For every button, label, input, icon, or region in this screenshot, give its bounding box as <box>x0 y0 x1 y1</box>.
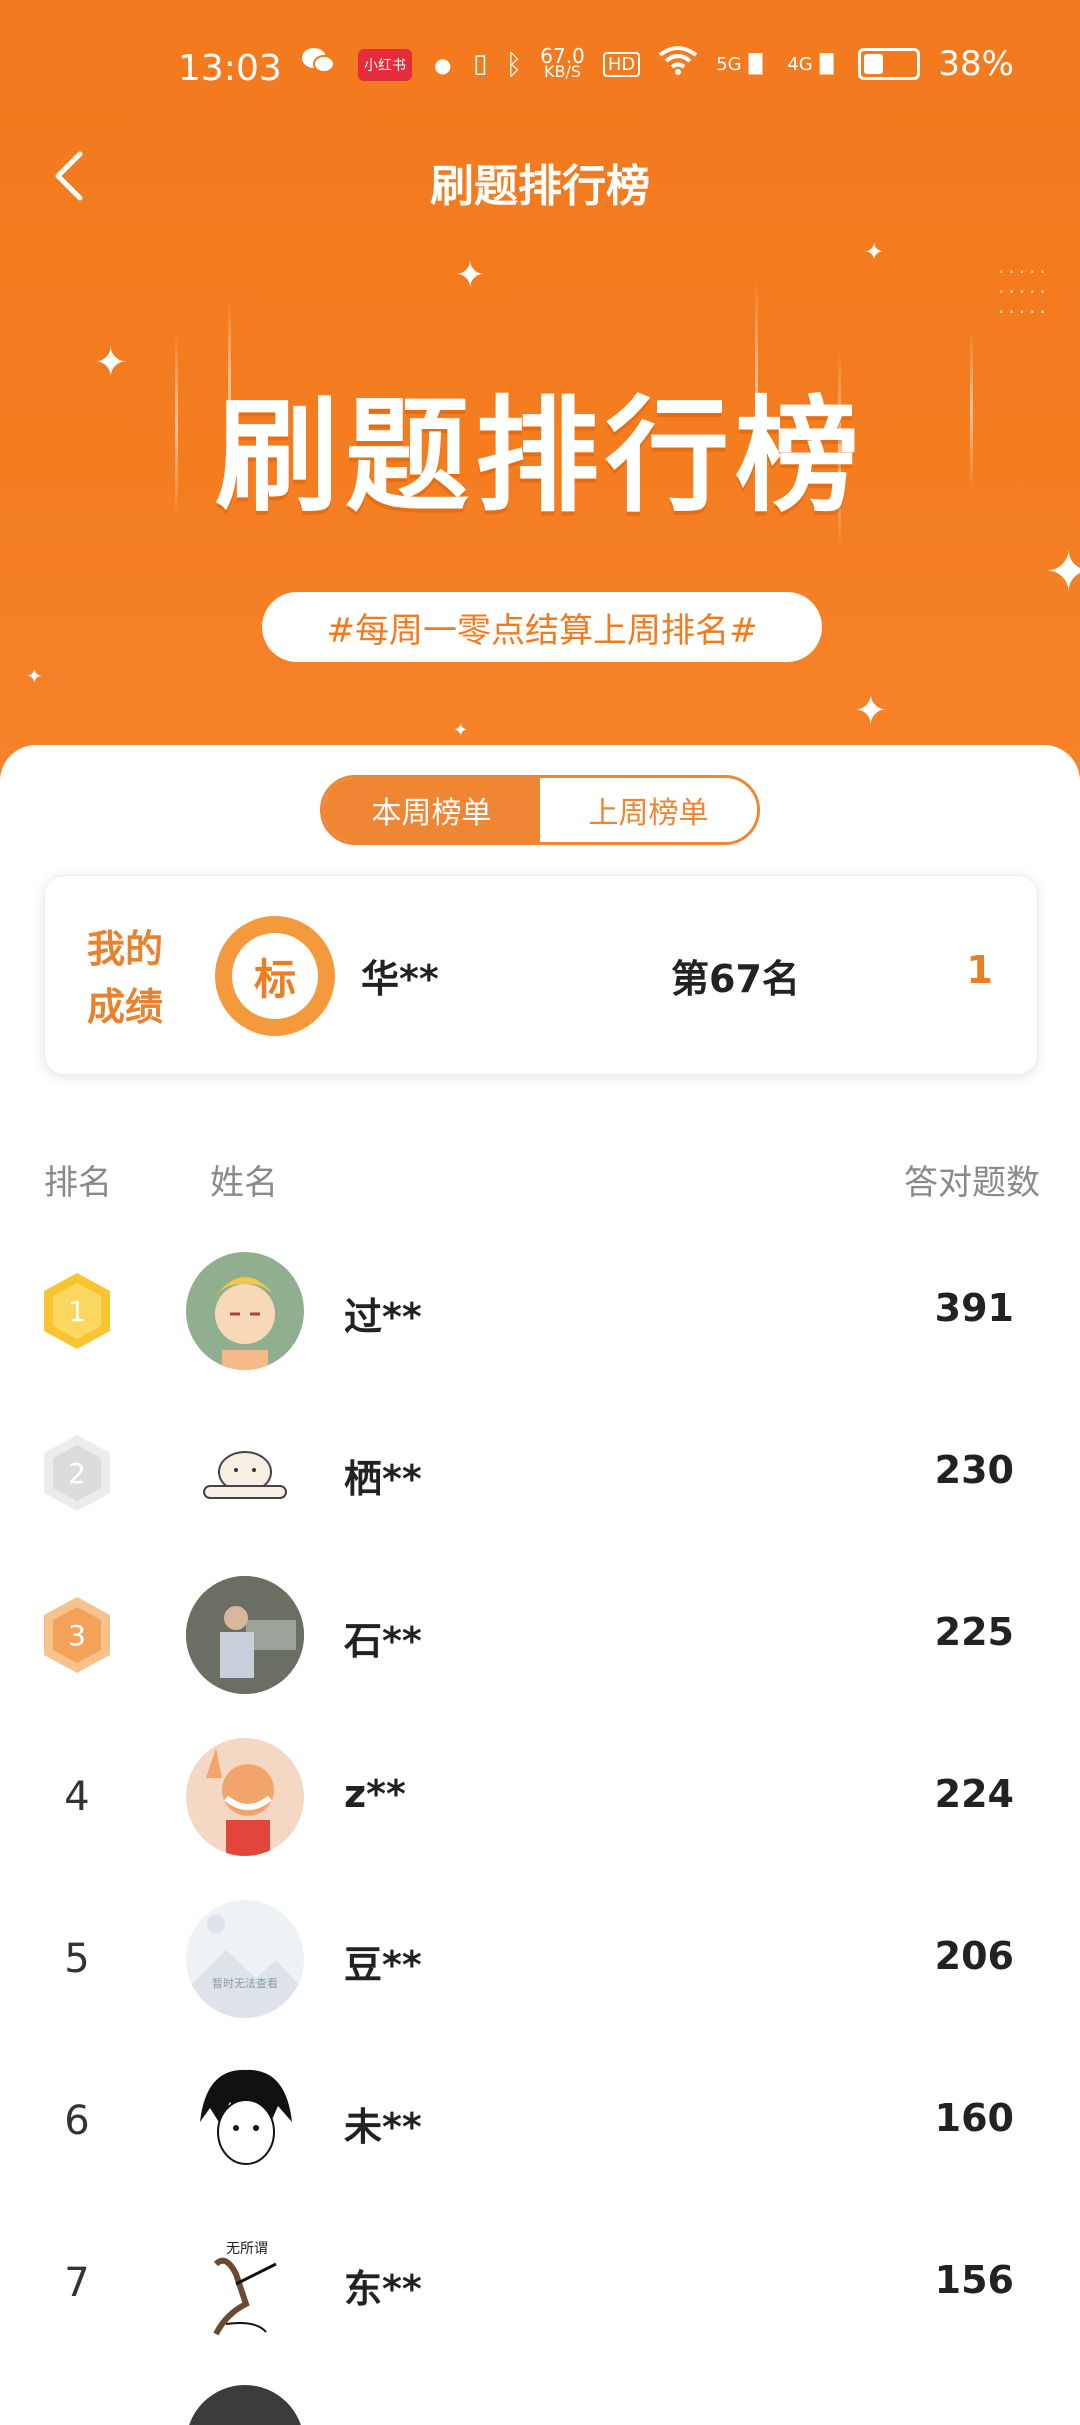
rank-number: 4 <box>64 1774 90 1820</box>
user-name: 栖** <box>344 1457 422 1501</box>
correct-count: 156 <box>934 2258 1014 2302</box>
vibrate-icon: ▯ <box>473 49 488 79</box>
page-title: 刷题排行榜 <box>430 161 650 212</box>
column-name: 姓名 <box>210 1163 278 1203</box>
placeholder-avatar: 暂时无法查看 <box>186 1900 304 2018</box>
user-name: 东** <box>344 2267 422 2311</box>
rank-number: 6 <box>64 2098 90 2144</box>
correct-count: 224 <box>934 1772 1014 1816</box>
table-row[interactable]: 1 过** 391 <box>0 1230 1080 1392</box>
sparkle-icon: ✦ <box>1045 540 1080 605</box>
rank-cell: 3 <box>40 1554 114 1716</box>
wechat-icon <box>300 46 336 83</box>
rank-cell: 1 <box>40 1230 114 1392</box>
cartoon-boy-avatar <box>186 1252 304 1370</box>
rank-cell: 2 <box>40 1392 114 1554</box>
anime-boy-avatar <box>186 2062 304 2180</box>
table-row[interactable]: 7 无所谓 东** 156 <box>0 2202 1080 2364</box>
placeholder-text: 暂时无法查看 <box>212 1977 278 1990</box>
my-avatar: 标 <box>215 916 335 1036</box>
sparkle-icon: ✦ <box>864 238 885 266</box>
rank-cell: 4 <box>40 1716 114 1878</box>
tab-last-week[interactable]: 上周榜单 <box>540 778 757 842</box>
sparkle-icon: ✦ <box>854 688 888 734</box>
silver-medal-icon: 2 <box>44 1435 110 1511</box>
net-speed: 67.0 KB/S <box>540 46 585 81</box>
dot-icon: ● <box>434 52 452 77</box>
banner-subtitle: #每周一零点结算上周排名# <box>262 592 822 662</box>
user-name: z** <box>344 1772 406 1816</box>
cartoon-player-avatar <box>186 1738 304 1856</box>
status-bar: 13:03 小红书 ● ▯ ᛒ 67.0 KB/S HD 5G▐▌ 4G▐▌ 3… <box>0 40 1080 100</box>
column-rank: 排名 <box>44 1163 112 1203</box>
correct-count: 160 <box>934 2096 1014 2140</box>
dog-bone-avatar <box>186 1414 304 1532</box>
user-name: 未** <box>344 2105 422 2149</box>
ranking-list-header: 排名 姓名 答对题数 <box>0 1155 1080 1205</box>
correct-count: 391 <box>934 1286 1014 1330</box>
column-correct-count: 答对题数 <box>904 1163 1040 1203</box>
status-time: 13:03 <box>178 48 282 89</box>
battery-icon <box>858 48 921 80</box>
signal-4g-icon: 4G▐▌ <box>787 53 841 75</box>
svg-text:2: 2 <box>68 1457 86 1490</box>
rank-cell: 6 <box>40 2040 114 2202</box>
bluetooth-icon: ᛒ <box>505 47 523 81</box>
sparkle-icon: ✦ <box>453 720 469 741</box>
xiaohongshu-icon: 小红书 <box>358 48 412 81</box>
hd-icon: HD <box>602 51 641 77</box>
ranking-sheet: 本周榜单 上周榜单 我的 成绩 标 华** 第67名 1 排名 姓名 答对题数 … <box>0 745 1080 2425</box>
table-row[interactable]: 4 z** 224 <box>0 1716 1080 1878</box>
tab-this-week[interactable]: 本周榜单 <box>323 778 540 842</box>
wifi-icon <box>658 44 698 84</box>
my-avatar-char: 标 <box>232 933 318 1019</box>
my-score-label-line1: 我的 <box>87 927 164 971</box>
user-name: 过** <box>344 1295 422 1339</box>
rank-number: 7 <box>64 2260 90 2306</box>
my-name: 华** <box>361 957 439 1001</box>
gold-medal-icon: 1 <box>44 1273 110 1349</box>
status-notification-icons: 小红书 ● <box>300 46 451 83</box>
table-row[interactable]: 5 暂时无法查看 豆** 206 <box>0 1878 1080 2040</box>
my-score-label: 我的 成绩 <box>87 920 177 1036</box>
my-score-card: 我的 成绩 标 华** 第67名 1 <box>44 875 1038 1075</box>
status-system-icons: ▯ ᛒ 67.0 KB/S HD 5G▐▌ 4G▐▌ 38% <box>473 44 1014 84</box>
table-row[interactable]: 6 未** 160 <box>0 2040 1080 2202</box>
table-row[interactable]: 2 栖** 230 <box>0 1392 1080 1554</box>
sketch-avatar: 无所谓 <box>186 2224 304 2342</box>
my-rank: 第67名 <box>671 957 800 1001</box>
banner-title: 刷题排行榜 <box>214 385 865 529</box>
table-row[interactable]: 3 石** 225 <box>0 1554 1080 1716</box>
sparkle-icon: ✦ <box>26 664 43 688</box>
net-speed-unit: KB/S <box>544 62 582 81</box>
battery-fill <box>864 54 884 74</box>
header-banner: ✦ ✦ ✦ ✦ ✦ ✦ ✦ ····· ····· ····· 13:03 小红书 … <box>0 0 1080 780</box>
user-name: 石** <box>344 1619 422 1663</box>
my-score-label-line2: 成绩 <box>87 985 164 1029</box>
signal-5g-icon: 5G▐▌ <box>716 53 770 75</box>
rank-cell: 5 <box>40 1878 114 2040</box>
my-score-value: 1 <box>966 948 993 992</box>
next-row-avatar-partial <box>186 2385 304 2425</box>
battery-percent: 38% <box>938 44 1014 84</box>
correct-count: 206 <box>934 1934 1014 1978</box>
rank-cell: 7 <box>40 2202 114 2364</box>
correct-count: 230 <box>934 1448 1014 1492</box>
rank-number: 5 <box>64 1936 90 1982</box>
photo-man-avatar <box>186 1576 304 1694</box>
sketch-text: 无所谓 <box>226 2241 268 2257</box>
svg-text:3: 3 <box>68 1619 86 1652</box>
correct-count: 225 <box>934 1610 1014 1654</box>
bronze-medal-icon: 3 <box>44 1597 110 1673</box>
ranking-tabs: 本周榜单 上周榜单 <box>320 775 760 845</box>
dot-grid-icon: ····· ····· ····· <box>998 260 1050 324</box>
sparkle-icon: ✦ <box>455 255 486 296</box>
user-name: 豆** <box>344 1943 422 1987</box>
svg-text:1: 1 <box>68 1295 86 1328</box>
